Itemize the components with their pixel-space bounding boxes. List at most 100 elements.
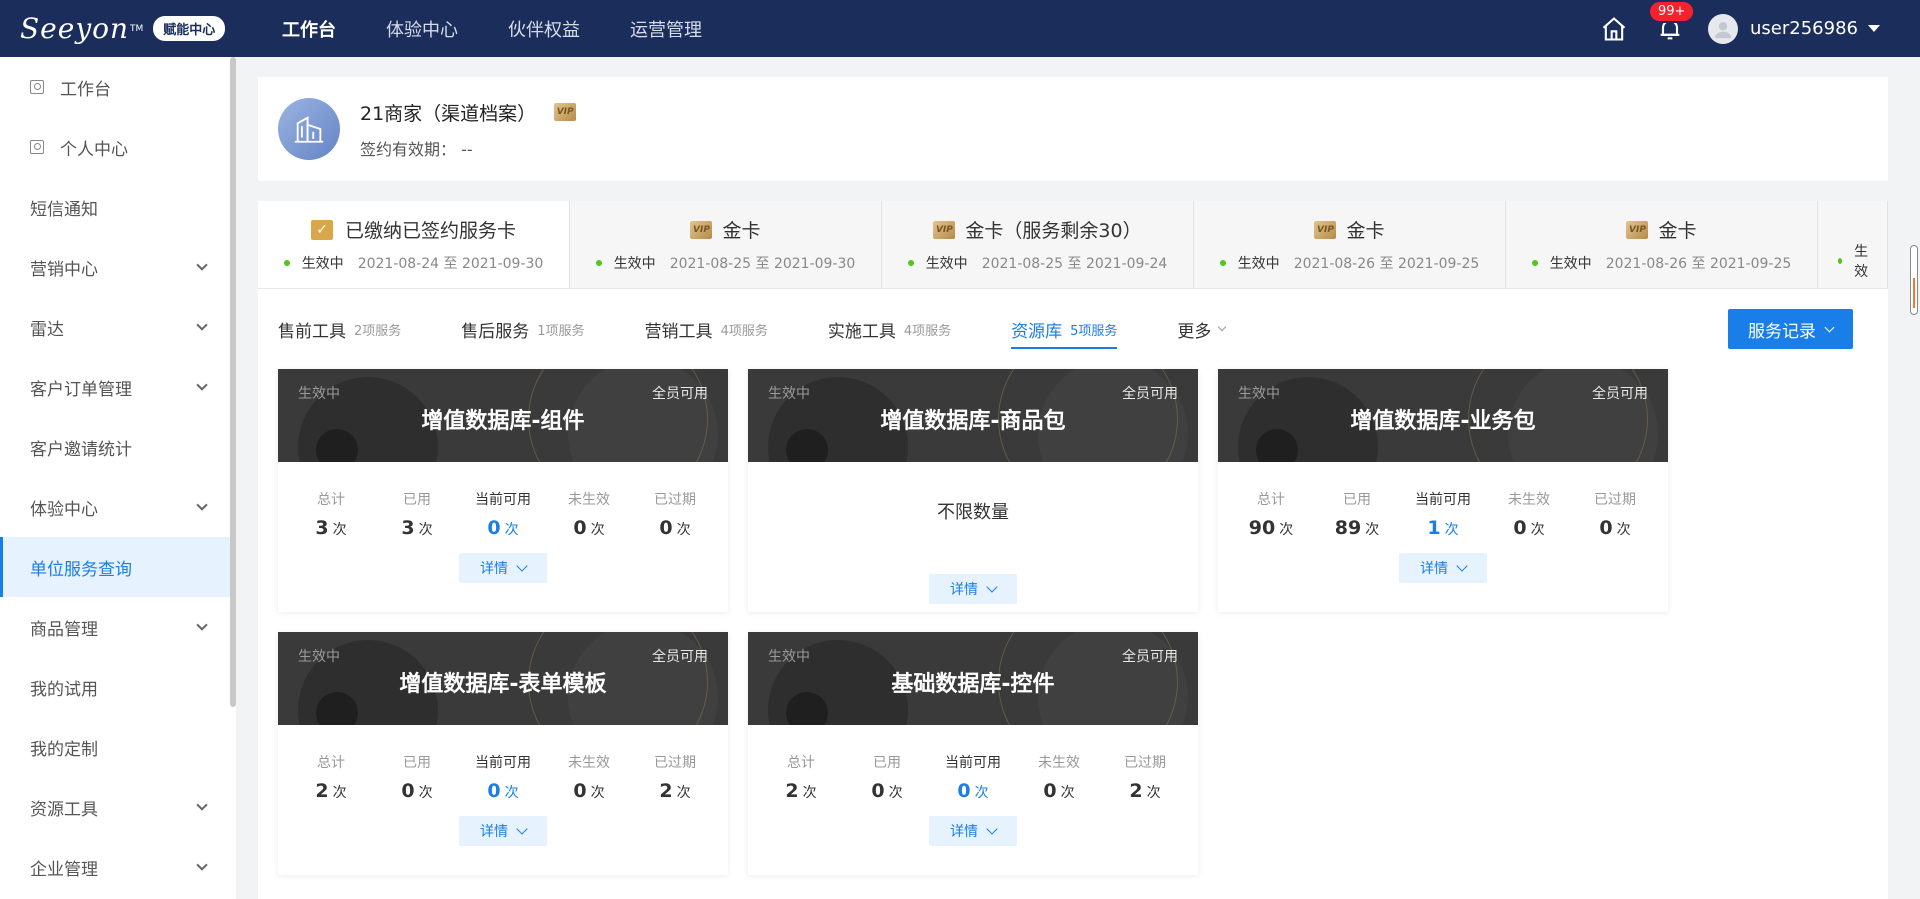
chevron-down-icon	[1218, 322, 1227, 332]
profile-name: 21商家（渠道档案） VIP	[360, 99, 577, 126]
stat-number: 0	[1043, 780, 1057, 802]
service-card-header: 生效中 全员可用 增值数据库-商品包	[748, 369, 1198, 462]
sidebar-item-enterprise[interactable]: 企业管理	[0, 837, 236, 897]
sidebar-item-label: 客户邀请统计	[30, 439, 132, 460]
unlimited-text: 不限数量	[937, 502, 1009, 523]
topbar-right: 99+ user256986	[1600, 0, 1880, 57]
home-icon[interactable]	[1600, 15, 1628, 43]
card-tab[interactable]: VIP 金卡 生效中 2021-08-26 至 2021-09-25	[1506, 201, 1818, 288]
stat-value: 90 次	[1228, 517, 1314, 539]
sidebar-item-resources[interactable]: 资源工具	[0, 777, 236, 837]
card-title: 金卡（服务剩余30）	[965, 220, 1142, 242]
tab-label: 更多	[1177, 321, 1212, 342]
button-label: 服务记录	[1748, 321, 1816, 342]
detail-label: 详情	[1420, 561, 1448, 577]
status-text: 生效中	[613, 256, 656, 272]
detail-button[interactable]: 详情	[929, 816, 1017, 846]
sidebar-item-experience[interactable]: 体验中心	[0, 477, 236, 537]
topnav-workbench[interactable]: 工作台	[282, 16, 336, 42]
sidebar-item-sms[interactable]: 短信通知	[0, 177, 236, 237]
sidebar-item-trials[interactable]: 我的试用	[0, 657, 236, 717]
detail-button[interactable]: 详情	[929, 574, 1017, 604]
detail-button[interactable]: 详情	[1399, 553, 1487, 583]
service-title: 增值数据库-商品包	[880, 409, 1066, 434]
stat-unit: 次	[504, 785, 519, 801]
avatar[interactable]	[1708, 13, 1739, 44]
sidebar-item-orders[interactable]: 客户订单管理	[0, 357, 236, 417]
logo[interactable]: Seeyon TM 赋能中心	[20, 12, 260, 45]
date-range: 2021-08-24 至 2021-09-30	[357, 256, 544, 272]
stat-number: 3	[401, 517, 415, 539]
main-content: 21商家（渠道档案） VIP 签约有效期： -- ✓ 已缴纳已签约服务卡 生效中 2…	[258, 77, 1888, 899]
stat-value: 0次	[1016, 780, 1102, 802]
notification-button[interactable]: 99+	[1648, 0, 1696, 43]
sidebar-item-invites[interactable]: 客户邀请统计	[0, 417, 236, 477]
card-tab[interactable]: 生效	[1818, 201, 1888, 288]
stat-label: 已过期	[654, 492, 696, 508]
sidebar-item-marketing[interactable]: 营销中心	[0, 237, 236, 297]
stat-label: 未生效	[1038, 755, 1080, 771]
sidebar-item-products[interactable]: 商品管理	[0, 597, 236, 657]
service-card: 生效中 全员可用 基础数据库-控件 总计 2 次 已用 0 次 当前可用 0 次 未生效 0 次…	[748, 632, 1198, 875]
tab-aftersales[interactable]: 售后服务 1项服务	[461, 289, 584, 369]
tab-more[interactable]: 更多	[1177, 289, 1227, 369]
card-tab-sub: 生效中 2021-08-25 至 2021-09-24	[907, 253, 1167, 273]
topnav-operations[interactable]: 运营管理	[630, 16, 702, 42]
stat-unit: 次	[1146, 785, 1161, 801]
stat-unit: 次	[1279, 522, 1294, 538]
sidebar-item-personal-center[interactable]: 个人中心	[0, 117, 236, 177]
sidebar-item-workbench[interactable]: 工作台	[0, 57, 236, 117]
card-tab[interactable]: VIP 金卡（服务剩余30） 生效中 2021-08-25 至 2021-09-24	[882, 201, 1194, 288]
main-scrollbar[interactable]	[1910, 245, 1918, 315]
tab-presales[interactable]: 售前工具 2项服务	[278, 289, 401, 369]
stat-available: 当前可用 0 次	[930, 752, 1016, 802]
sidebar-item-service-query[interactable]: 单位服务查询	[0, 537, 236, 597]
card-title: 已缴纳已签约服务卡	[344, 220, 516, 242]
sidebar-item-label: 我的试用	[30, 679, 98, 700]
logo-tm: TM	[130, 23, 144, 34]
service-scope: 全员可用	[652, 386, 708, 402]
stat-number: 0	[871, 780, 885, 802]
sidebar-item-label: 营销中心	[30, 259, 98, 280]
service-record-button[interactable]: 服务记录	[1728, 309, 1853, 349]
stat-unit: 次	[802, 785, 817, 801]
vip-icon: VIP	[1314, 220, 1337, 239]
caret-down-icon[interactable]	[1868, 25, 1880, 32]
tab-implementation[interactable]: 实施工具 4项服务	[828, 289, 951, 369]
stat-number: 0	[1513, 517, 1527, 539]
stat-unit: 次	[1530, 522, 1545, 538]
stat-number: 0	[1599, 517, 1613, 539]
stat-value: 0次	[930, 780, 1016, 802]
chevron-down-icon	[516, 560, 528, 572]
sidebar-item-radar[interactable]: 雷达	[0, 297, 236, 357]
stat-total: 总计 2 次	[288, 752, 374, 802]
sidebar-item-label: 单位服务查询	[30, 559, 132, 580]
topnav-partner[interactable]: 伙伴权益	[508, 16, 580, 42]
card-tab[interactable]: VIP 金卡 生效中 2021-08-26 至 2021-09-25	[1194, 201, 1506, 288]
tab-marketing[interactable]: 营销工具 4项服务	[645, 289, 768, 369]
service-scope: 全员可用	[1122, 386, 1178, 402]
vip-icon: VIP	[690, 220, 713, 239]
stat-used: 已用 89 次	[1314, 489, 1400, 539]
stat-unit: 次	[418, 785, 433, 801]
tab-count: 2项服务	[354, 323, 402, 339]
detail-button[interactable]: 详情	[459, 553, 547, 583]
date-range: 2021-08-26 至 2021-09-25	[1293, 256, 1480, 272]
stat-number: 0	[659, 517, 673, 539]
sidebar-scrollbar[interactable]	[230, 57, 236, 707]
date-range: 2021-08-26 至 2021-09-25	[1605, 256, 1792, 272]
stat-used: 已用 0 次	[374, 752, 460, 802]
service-card: 生效中 全员可用 增值数据库-表单模板 总计 2 次 已用 0 次 当前可用 0 次 未生效…	[278, 632, 728, 875]
card-tab-title: VIP 金卡（服务剩余30）	[933, 216, 1142, 243]
card-tab[interactable]: VIP 金卡 生效中 2021-08-25 至 2021-09-30	[570, 201, 882, 288]
topnav-experience[interactable]: 体验中心	[386, 16, 458, 42]
stat-unit: 次	[418, 522, 433, 538]
detail-button[interactable]: 详情	[459, 816, 547, 846]
stat-label: 已过期	[1124, 755, 1166, 771]
sidebar-item-custom[interactable]: 我的定制	[0, 717, 236, 777]
card-tab[interactable]: ✓ 已缴纳已签约服务卡 生效中 2021-08-24 至 2021-09-30	[258, 201, 570, 288]
top-bar: Seeyon TM 赋能中心 工作台 体验中心 伙伴权益 运营管理 99+ us…	[0, 0, 1920, 57]
check-icon: ✓	[310, 219, 333, 240]
username[interactable]: user256986	[1750, 18, 1858, 39]
tab-resources[interactable]: 资源库 5项服务	[1011, 289, 1118, 369]
